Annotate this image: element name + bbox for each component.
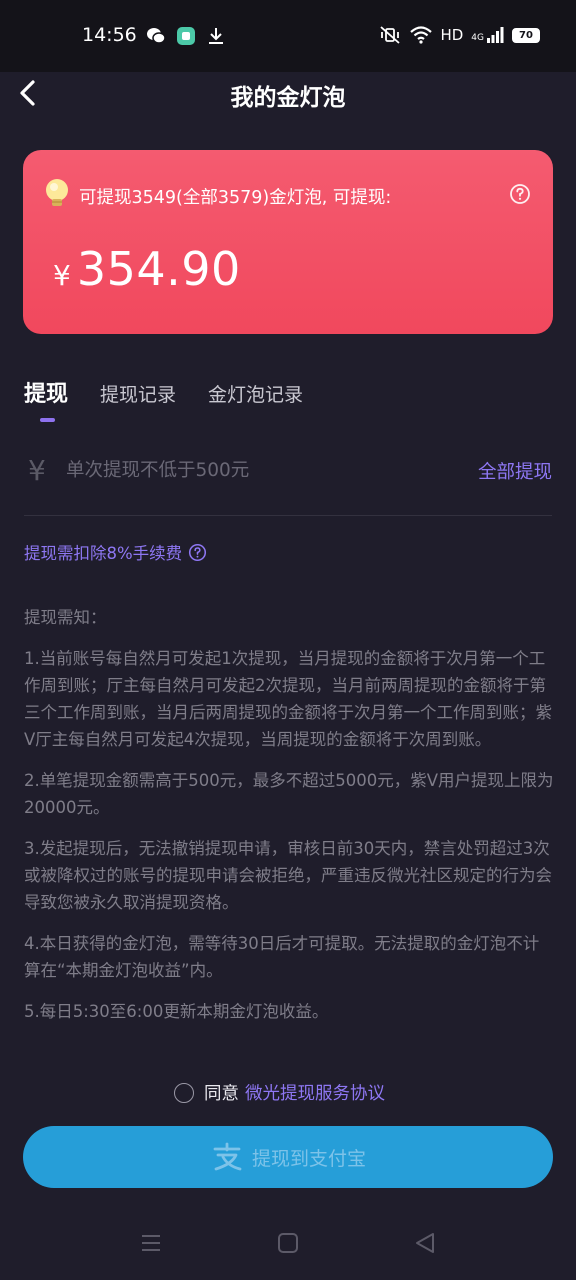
service-agreement-link[interactable]: 微光提现服务协议: [245, 1080, 385, 1105]
withdrawable-summary: 可提现3549(全部3579)金灯泡, 可提现:: [79, 188, 392, 208]
notification-icons: [146, 26, 226, 46]
status-bar: 14:56 HD 4G 70: [0, 0, 576, 72]
tab-withdraw-records[interactable]: 提现记录: [100, 380, 176, 407]
amount-input-row: ¥ 全部提现: [24, 448, 552, 516]
page-header: 我的金灯泡: [0, 72, 576, 116]
status-time: 14:56: [82, 24, 137, 46]
note-item: 1.当前账号每自然月可发起1次提现，当月提现的金额将于次月第一个工作周到账；厅主…: [24, 649, 552, 749]
note-item: 4.本日获得的金灯泡，需等待30日后才可提取。无法提取的金灯泡不计算在“本期金灯…: [24, 934, 540, 980]
withdraw-amount-input[interactable]: [66, 456, 426, 484]
amount-value: 354.90: [76, 242, 241, 296]
signal-label: 4G: [471, 33, 484, 43]
signal-icon: [487, 27, 504, 43]
page-title: 我的金灯泡: [230, 85, 346, 111]
withdraw-notes: 提现需知： 1.当前账号每自然月可发起1次提现，当月提现的金额将于次月第一个工作…: [24, 604, 554, 1039]
agree-checkbox[interactable]: [174, 1082, 194, 1103]
agree-label: 同意: [204, 1084, 239, 1104]
battery-icon: 70: [512, 27, 540, 43]
download-icon: [209, 28, 223, 44]
alipay-icon: [213, 1142, 242, 1171]
back-nav-icon[interactable]: [414, 1232, 436, 1254]
note-item: 3.发起提现后，无法撤销提现申请，审核日前30天内，禁言处罚超过3次或被降权过的…: [24, 839, 552, 912]
note-item: 2.单笔提现金额需高于500元，最多不超过5000元，紫V用户提现上限为2000…: [24, 771, 554, 817]
system-nav-bar: [0, 1210, 576, 1280]
wifi-icon: [410, 26, 433, 44]
help-icon[interactable]: [509, 183, 531, 205]
tab-bar: 提现 提现记录 金灯泡记录: [24, 376, 335, 408]
balance-card: 可提现3549(全部3579)金灯泡, 可提现: ¥ 354.90: [23, 150, 553, 334]
signal-strength: 4G: [471, 27, 504, 43]
network-type-label: HD: [440, 26, 464, 44]
light-bulb-icon: [46, 179, 68, 206]
tab-withdraw[interactable]: 提现: [24, 376, 68, 408]
currency-symbol: ¥: [53, 259, 71, 292]
withdrawable-amount: ¥ 354.90: [53, 242, 241, 296]
fee-help-icon[interactable]: [188, 543, 207, 562]
submit-label: 提现到支付宝: [251, 1147, 366, 1170]
fee-notice: 提现需扣除8%手续费: [24, 540, 207, 564]
vibrate-mute-icon: [380, 26, 401, 44]
wechat-icon: [147, 28, 166, 44]
withdraw-all-button[interactable]: 全部提现: [478, 458, 552, 484]
agreement-row: 同意 微光提现服务协议: [174, 1080, 385, 1105]
app-notification-icon: [177, 27, 195, 45]
active-tab-indicator: [40, 418, 55, 422]
menu-icon[interactable]: [140, 1232, 162, 1254]
system-status-icons: HD 4G 70: [378, 26, 540, 44]
home-icon[interactable]: [277, 1232, 299, 1254]
tab-bulb-records[interactable]: 金灯泡记录: [208, 380, 303, 407]
input-currency-symbol: ¥: [28, 454, 46, 487]
note-item: 5.每日5:30至6:00更新本期金灯泡收益。: [24, 1002, 329, 1021]
notes-title: 提现需知：: [24, 608, 107, 627]
fee-text: 提现需扣除8%手续费: [24, 544, 183, 563]
withdraw-to-alipay-button[interactable]: 提现到支付宝: [23, 1126, 553, 1188]
